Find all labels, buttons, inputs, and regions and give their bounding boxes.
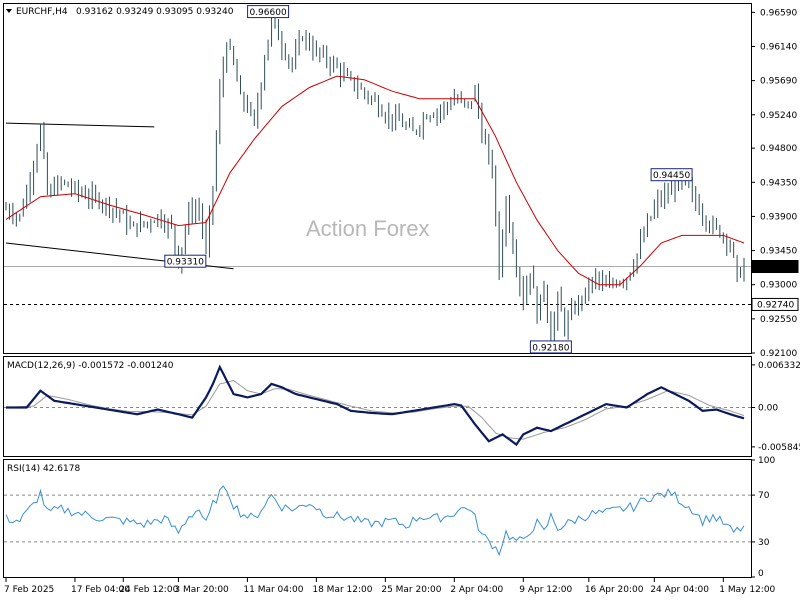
macd-tick-label: 0.006332: [758, 361, 800, 371]
time-tick-label: 2 Apr 04:00: [450, 585, 503, 595]
time-tick-label: 3 Mar 20:00: [174, 585, 229, 595]
time-tick-label: 1 May 12:00: [719, 585, 775, 595]
time-tick-label: 9 Apr 12:00: [519, 585, 572, 595]
price-tick-label: 0.96140: [760, 42, 797, 52]
price-tick-label: 0.94350: [760, 178, 797, 188]
price-annotation: 0.96600: [249, 8, 286, 18]
price-annotation: 0.94450: [653, 171, 690, 181]
rsi-tick-label: 100: [758, 456, 775, 466]
watermark: Action Forex: [306, 216, 430, 241]
rsi-title: RSI(14) 42.6178: [7, 464, 80, 474]
time-tick-label: 7 Feb 2025: [4, 585, 54, 595]
header: EURCHF,H4 0.93162 0.93249 0.93095 0.9324…: [6, 7, 234, 17]
time-tick-label: 16 Apr 20:00: [585, 585, 644, 595]
price-tick-label: 0.93900: [760, 212, 797, 222]
price-tag: 0.92740: [757, 300, 794, 310]
price-tick-label: 0.93000: [760, 281, 797, 291]
rsi-tick-label: 70: [758, 491, 770, 501]
price-annotation: 0.92180: [532, 343, 569, 353]
price-tick-label: 0.92100: [760, 349, 797, 359]
price-tag: 0.93240: [757, 263, 794, 273]
macd-tick-label: -0.005845: [758, 443, 800, 453]
time-tick-label: 24 Apr 04:00: [650, 585, 709, 595]
symbol-label: EURCHF,H4: [16, 7, 68, 17]
price-tick-label: 0.95240: [760, 111, 797, 121]
price-annotation: 0.93310: [167, 258, 204, 268]
macd-title: MACD(12,26,9) -0.001572 -0.001240: [7, 361, 174, 371]
rsi-tick-label: 30: [758, 538, 770, 548]
price-tick-label: 0.96590: [760, 8, 797, 18]
price-tick-label: 0.92550: [760, 315, 797, 325]
time-tick-label: 25 Mar 20:00: [381, 585, 441, 595]
ohlc-values: 0.93162 0.93249 0.93095 0.93240: [76, 7, 234, 17]
macd-tick-label: 0.00: [758, 404, 778, 414]
price-tick-label: 0.94800: [760, 144, 797, 154]
price-tick-label: 0.93450: [760, 247, 797, 257]
forex-chart: Action Forex EURCHF,H4 0.93162 0.93249 0…: [0, 0, 800, 600]
time-tick-label: 24 Feb 12:00: [119, 585, 178, 595]
price-tick-label: 0.95690: [760, 77, 797, 87]
time-tick-label: 11 Mar 04:00: [243, 585, 303, 595]
rsi-tick-label: 0: [758, 569, 764, 579]
time-tick-label: 18 Mar 12:00: [312, 585, 372, 595]
